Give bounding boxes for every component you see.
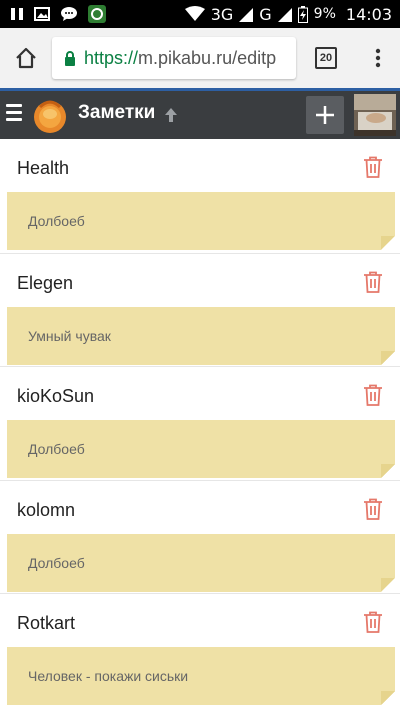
url-text: https://m.pikabu.ru/editp xyxy=(84,48,276,69)
page-fold-shadow xyxy=(381,236,395,250)
menu-dots-icon xyxy=(375,48,381,68)
status-bar: 3G G 9% 14:03 xyxy=(0,0,400,28)
note-item: kioKoSun Долбоеб xyxy=(0,366,400,480)
page-fold-shadow xyxy=(381,350,395,365)
note-username[interactable]: kolomn xyxy=(17,500,75,521)
trash-icon[interactable] xyxy=(363,611,383,633)
trash-icon[interactable] xyxy=(363,498,383,520)
app-header: Заметки xyxy=(0,88,400,139)
note-body[interactable]: Долбоеб xyxy=(7,420,395,478)
home-button[interactable] xyxy=(0,28,52,88)
app-notification-icon xyxy=(88,5,106,23)
note-text: Умный чувак xyxy=(28,327,111,344)
plus-icon xyxy=(316,106,334,124)
note-text: Долбоеб xyxy=(28,213,85,229)
lock-icon xyxy=(65,50,75,66)
user-avatar[interactable] xyxy=(354,94,396,136)
pause-icon xyxy=(11,8,23,20)
note-item: kolomn Долбоеб xyxy=(0,479,400,594)
note-body[interactable]: Умный чувак xyxy=(7,306,395,365)
clock: 14:03 xyxy=(345,4,392,24)
image-icon xyxy=(34,7,50,21)
note-text: Долбоеб xyxy=(28,554,85,571)
page-fold-shadow xyxy=(381,464,395,478)
page-fold-shadow xyxy=(381,577,395,592)
url-host: m.pikabu.ru/editp xyxy=(138,47,277,68)
tab-count: 20 xyxy=(315,47,337,69)
note-body[interactable]: Долбоеб xyxy=(7,192,395,250)
hamburger-menu-icon[interactable] xyxy=(6,104,22,124)
wifi-icon xyxy=(184,6,205,21)
url-scheme: https:// xyxy=(84,47,139,68)
trash-icon[interactable] xyxy=(363,156,383,178)
pikabu-logo[interactable] xyxy=(30,95,70,135)
note-text: Долбоеб xyxy=(28,441,85,457)
browser-menu-button[interactable] xyxy=(356,28,400,88)
note-item: Elegen Умный чувак xyxy=(0,252,400,367)
network-type-1: 3G xyxy=(210,4,234,24)
tabs-button[interactable]: 20 xyxy=(296,28,356,88)
note-username[interactable]: Health xyxy=(17,158,69,179)
note-text: Человек - покажи сиськи xyxy=(28,668,189,684)
browser-toolbar: https://m.pikabu.ru/editp 20 xyxy=(0,28,400,88)
signal-icon-2 xyxy=(277,8,292,22)
address-bar[interactable]: https://m.pikabu.ru/editp xyxy=(52,37,296,79)
note-item: Health Долбоеб xyxy=(0,139,400,253)
trash-icon[interactable] xyxy=(363,271,383,293)
home-icon xyxy=(16,47,36,69)
signal-icon xyxy=(239,8,254,22)
battery-charging-icon xyxy=(297,5,308,23)
page-fold-shadow xyxy=(381,691,395,705)
battery-percent: 9% xyxy=(313,6,336,22)
note-body[interactable]: Долбоеб xyxy=(7,533,395,592)
note-username[interactable]: kioKoSun xyxy=(17,386,94,407)
note-username[interactable]: Rotkart xyxy=(17,613,75,634)
note-username[interactable]: Elegen xyxy=(17,273,73,294)
note-item: Rotkart Человек - покажи сиськи xyxy=(0,593,400,707)
note-body[interactable]: Человек - покажи сиськи xyxy=(7,647,395,705)
page-title: Заметки xyxy=(78,102,156,123)
arrow-up-icon[interactable] xyxy=(164,107,178,123)
chat-icon xyxy=(61,7,77,21)
avatar-image xyxy=(354,94,396,136)
trash-icon[interactable] xyxy=(363,384,383,406)
add-note-button[interactable] xyxy=(306,96,344,134)
network-type-2: G xyxy=(259,4,272,24)
notes-list: Health Долбоеб Elegen Умный чувак kioKoS… xyxy=(0,139,400,711)
